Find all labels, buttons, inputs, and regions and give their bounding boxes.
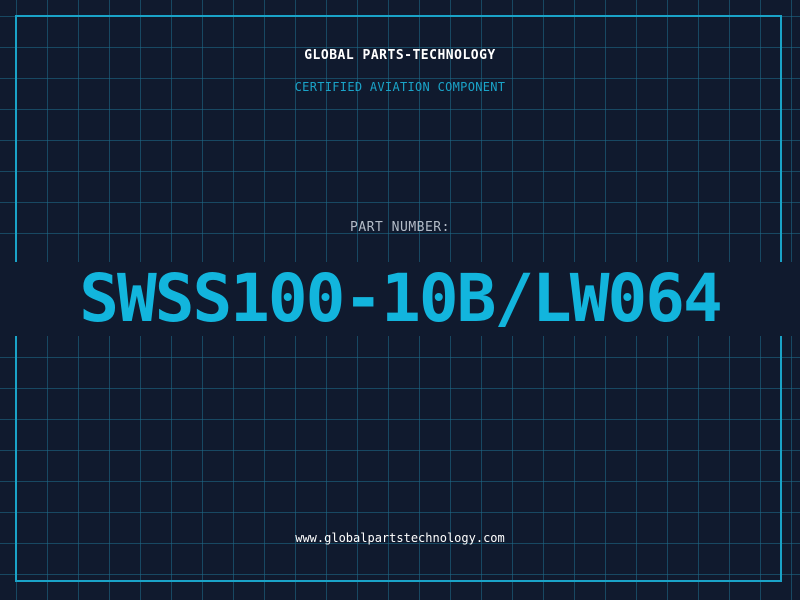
company-name: GLOBAL PARTS-TECHNOLOGY (304, 48, 496, 63)
part-number-label: PART NUMBER: (350, 220, 450, 235)
website-url: www.globalpartstechnology.com (295, 531, 505, 545)
part-number-value: SWSS100-10B/LW064 (79, 260, 723, 337)
certification-subtitle: CERTIFIED AVIATION COMPONENT (294, 80, 506, 94)
